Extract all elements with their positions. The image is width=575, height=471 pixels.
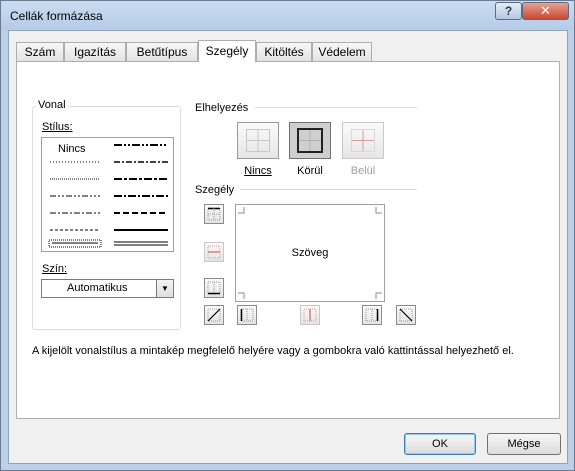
dialog-window: Cellák formázása ? ✕ Szám Igazítás Betűt… bbox=[0, 0, 575, 471]
preset-outline-icon bbox=[297, 128, 323, 153]
line-style-samples bbox=[48, 144, 168, 248]
tab-kitoltes[interactable]: Kitöltés bbox=[256, 42, 312, 61]
preset-outline-button[interactable] bbox=[289, 122, 331, 159]
preset-inside-label: Belül bbox=[350, 165, 376, 177]
preset-outline-label: Körül bbox=[297, 165, 323, 177]
help-button[interactable]: ? bbox=[495, 2, 522, 20]
border-diagonal-up-button[interactable] bbox=[204, 305, 224, 325]
preset-none-button[interactable] bbox=[237, 122, 279, 159]
tab-szam[interactable]: Szám bbox=[16, 42, 64, 61]
tab-vedelem[interactable]: Védelem bbox=[312, 42, 372, 61]
border-preview[interactable]: Szöveg bbox=[235, 204, 385, 302]
close-button[interactable]: ✕ bbox=[522, 2, 569, 20]
title-bar[interactable]: Cellák formázása ? ✕ bbox=[1, 1, 574, 30]
preview-text: Szöveg bbox=[291, 247, 329, 259]
tab-betutipus[interactable]: Betűtípus bbox=[126, 42, 198, 61]
window-title: Cellák formázása bbox=[10, 9, 103, 23]
vonal-group-label: Vonal bbox=[36, 99, 68, 111]
preset-inside-button[interactable] bbox=[342, 122, 384, 159]
chevron-down-icon[interactable]: ▼ bbox=[156, 280, 173, 297]
elhelyezes-separator bbox=[255, 107, 417, 108]
preset-inside-icon bbox=[351, 129, 375, 152]
dialog-client: Szám Igazítás Betűtípus Szegély Kitöltés… bbox=[8, 30, 568, 464]
hint-text: A kijelölt vonalstílus a mintakép megfel… bbox=[32, 345, 514, 357]
tab-igazitas[interactable]: Igazítás bbox=[64, 42, 126, 61]
border-inside-horizontal-button[interactable] bbox=[204, 242, 224, 262]
line-style-list[interactable]: Nincs bbox=[41, 137, 174, 252]
line-color-value: Automatikus bbox=[67, 282, 128, 294]
border-left-button[interactable] bbox=[237, 305, 257, 325]
cancel-button[interactable]: Mégse bbox=[487, 433, 561, 455]
border-diagonal-down-button[interactable] bbox=[396, 305, 416, 325]
tab-szegely[interactable]: Szegély bbox=[198, 40, 256, 62]
border-bottom-button[interactable] bbox=[204, 278, 224, 298]
ok-button[interactable]: OK bbox=[404, 433, 476, 455]
border-inside-vertical-button[interactable] bbox=[300, 305, 320, 325]
border-top-button[interactable] bbox=[204, 204, 224, 224]
style-label: Stílus: bbox=[40, 121, 75, 133]
elhelyezes-label: Elhelyezés bbox=[193, 102, 251, 114]
border-right-button[interactable] bbox=[362, 305, 382, 325]
line-color-select[interactable]: Automatikus ▼ bbox=[41, 279, 174, 298]
szegely-label: Szegély bbox=[193, 184, 237, 196]
preset-none-icon bbox=[246, 129, 270, 152]
tab-panel-szegely: Vonal Stílus: Nincs Szín: Automatikus ▼ … bbox=[16, 61, 560, 419]
szegely-separator bbox=[240, 189, 417, 190]
preset-none-label: Nincs bbox=[244, 165, 272, 177]
color-label: Szín: bbox=[40, 263, 70, 275]
